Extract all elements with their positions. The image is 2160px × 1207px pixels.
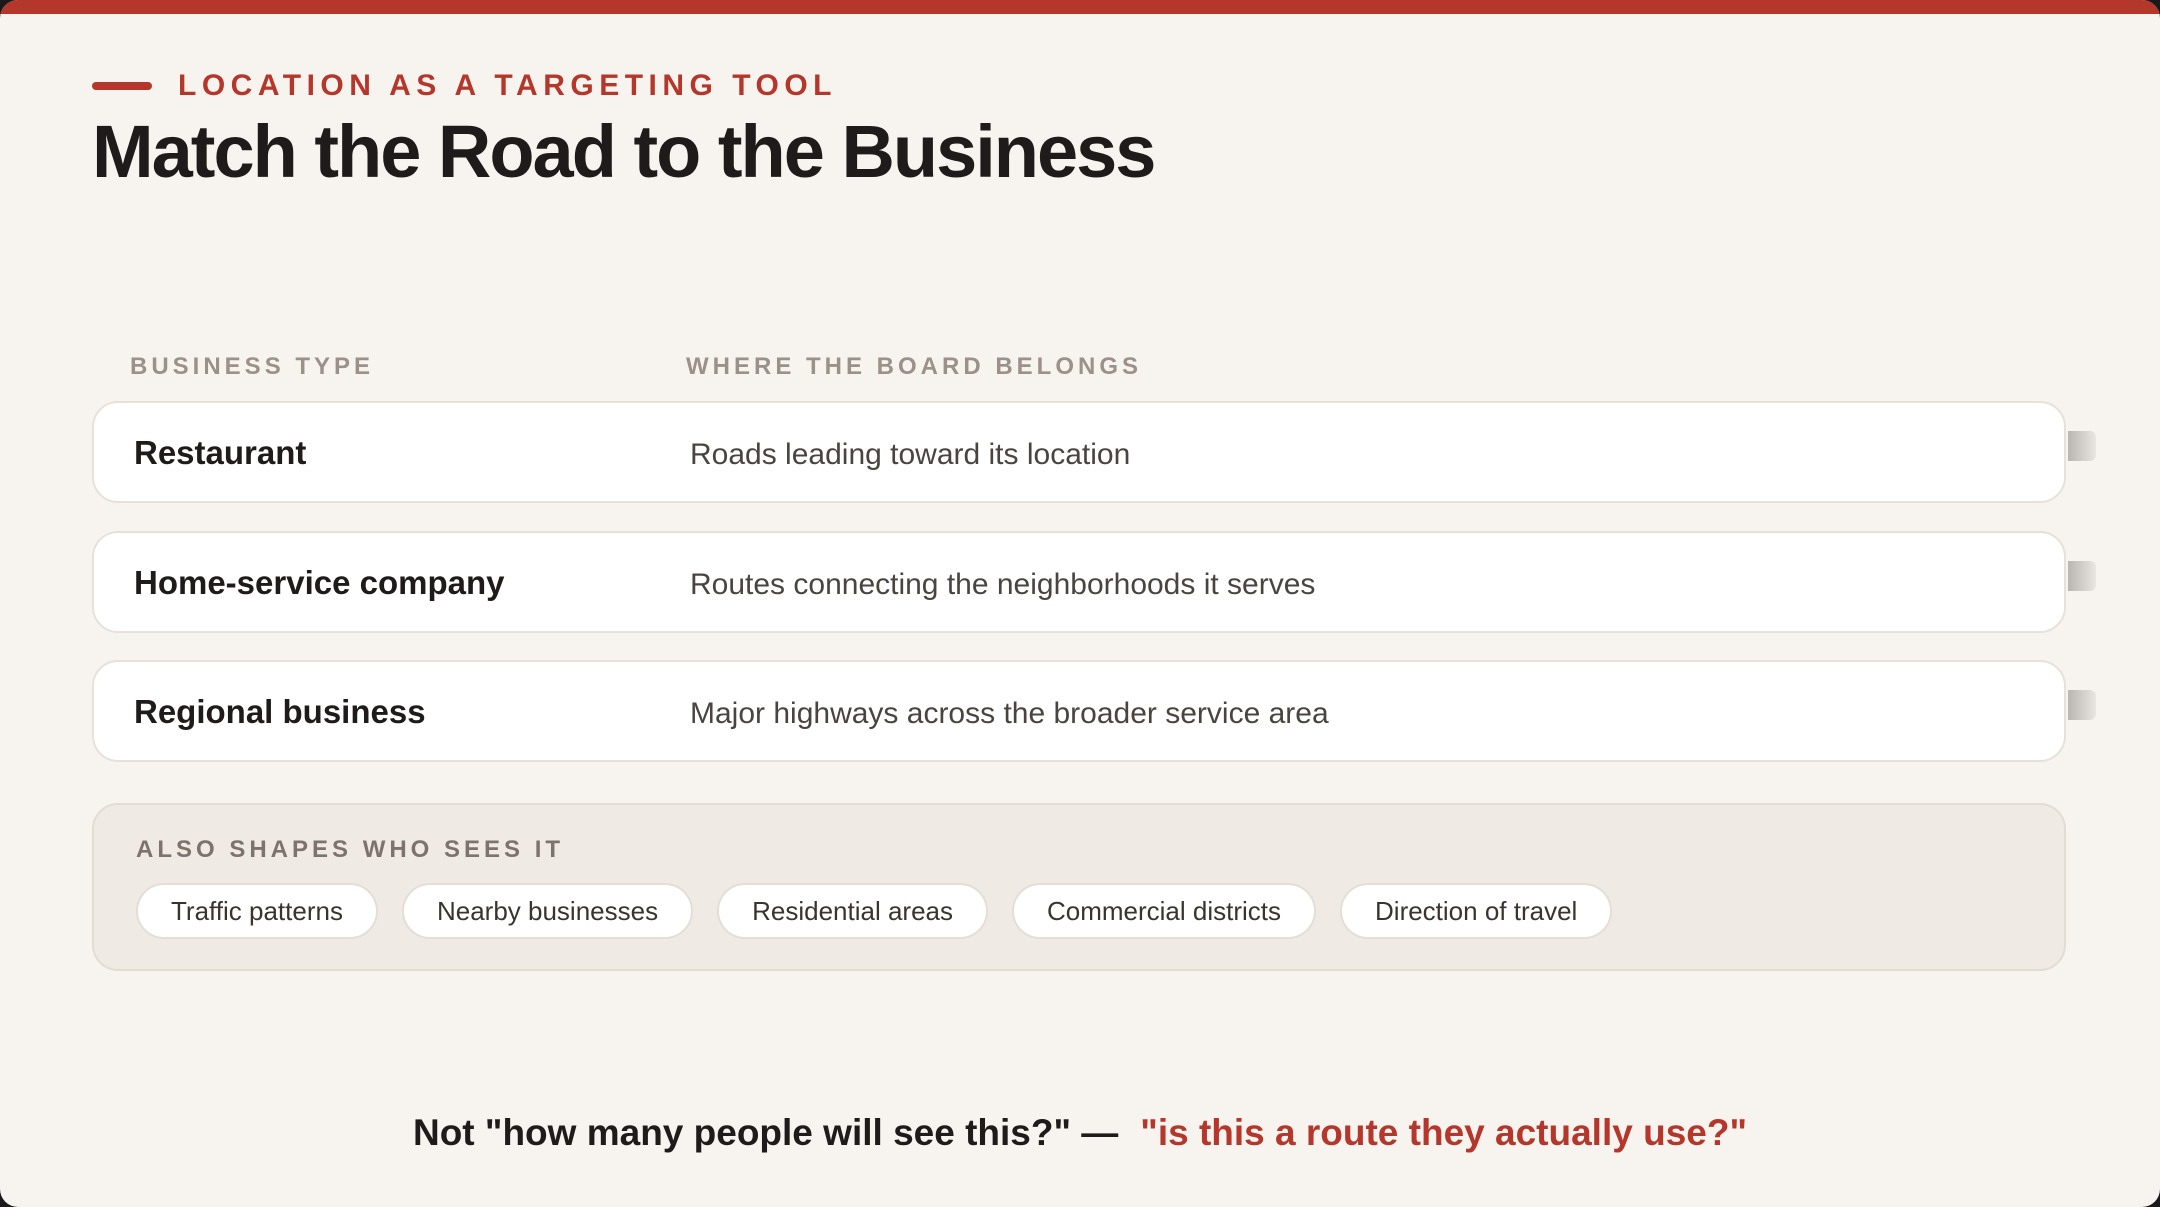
factor-chip: Direction of travel xyxy=(1340,883,1613,939)
business-type-cell: Regional business xyxy=(134,693,426,730)
factors-title: ALSO SHAPES WHO SEES IT xyxy=(136,836,565,863)
footer-question-accent: "is this a route they actually use?" xyxy=(1140,1112,1747,1153)
table-row: Home-service company Routes connecting t… xyxy=(92,531,2066,633)
table-row: Restaurant Roads leading toward its loca… xyxy=(92,401,2066,503)
factor-chip-list: Traffic patterns Nearby businesses Resid… xyxy=(136,883,1613,939)
factor-chip: Traffic patterns xyxy=(136,883,378,939)
business-type-cell: Home-service company xyxy=(134,564,505,601)
factor-chip: Residential areas xyxy=(717,883,988,939)
top-accent-bar xyxy=(0,0,2160,14)
placement-cell: Routes connecting the neighborhoods it s… xyxy=(690,568,1316,601)
row-edge-tab xyxy=(2068,690,2096,720)
footer-question: Not "how many people will see this?" — "i… xyxy=(0,1110,2160,1156)
column-header-placement: WHERE THE BOARD BELONGS xyxy=(686,353,1143,380)
row-edge-tab xyxy=(2068,561,2096,591)
business-type-cell: Restaurant xyxy=(134,434,307,471)
factor-chip: Commercial districts xyxy=(1011,883,1317,939)
factors-panel: ALSO SHAPES WHO SEES IT Traffic patterns… xyxy=(92,803,2066,971)
eyebrow-label: LOCATION AS A TARGETING TOOL xyxy=(178,69,837,102)
slide-title: Match the Road to the Business xyxy=(92,110,1156,193)
eyebrow: LOCATION AS A TARGETING TOOL xyxy=(92,68,837,104)
slide: LOCATION AS A TARGETING TOOL Match the R… xyxy=(0,0,2160,1207)
row-edge-tab xyxy=(2068,431,2096,461)
footer-question-plain: Not "how many people will see this?" — xyxy=(412,1112,1119,1153)
factor-chip: Nearby businesses xyxy=(401,883,694,939)
placement-cell: Roads leading toward its location xyxy=(690,438,1131,471)
column-header-business-type: BUSINESS TYPE xyxy=(130,353,375,380)
placement-cell: Major highways across the broader servic… xyxy=(690,697,1329,730)
eyebrow-rule xyxy=(92,82,152,90)
table-row: Regional business Major highways across … xyxy=(92,660,2066,762)
